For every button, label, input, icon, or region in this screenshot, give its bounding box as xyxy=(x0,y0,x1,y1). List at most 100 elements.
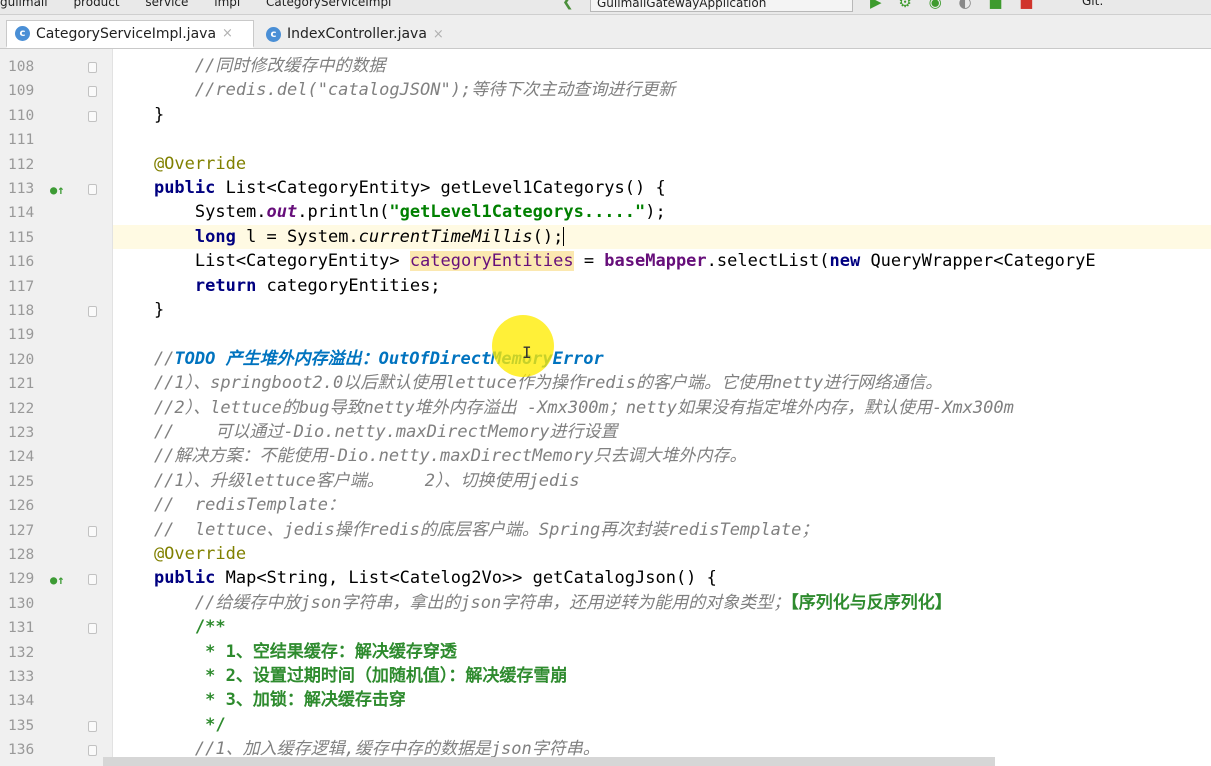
gutter-row[interactable]: 112 xyxy=(0,154,112,178)
code-line[interactable]: public List<CategoryEntity> getLevel1Cat… xyxy=(113,176,1211,200)
fold-marker-icon[interactable] xyxy=(88,306,97,317)
gutter-row[interactable]: 132 xyxy=(0,642,112,666)
breadcrumb-item[interactable]: impl xyxy=(214,0,240,9)
gutter-row[interactable]: 109 xyxy=(0,80,112,104)
override-marker-icon[interactable]: ●↑ xyxy=(50,183,64,197)
fold-marker-icon[interactable] xyxy=(88,86,97,98)
gutter-row[interactable]: 114 xyxy=(0,202,112,226)
gutter-row[interactable]: 123 xyxy=(0,422,112,446)
code-token: long xyxy=(194,226,236,247)
line-number: 111 xyxy=(8,132,35,149)
breadcrumb-item[interactable]: product xyxy=(73,0,119,9)
gutter-row[interactable]: 125 xyxy=(0,471,112,495)
code-line[interactable]: public Map<String, List<Catelog2Vo>> get… xyxy=(113,566,1211,590)
fold-marker-icon[interactable] xyxy=(88,62,97,73)
close-icon[interactable]: × xyxy=(433,27,444,42)
gutter-row[interactable]: 116 xyxy=(0,251,112,275)
gutter-row[interactable]: 133 xyxy=(0,666,112,690)
code-line[interactable]: // lettuce、jedis操作redis的底层客户端。Spring再次封装… xyxy=(113,518,1211,542)
editor-gutter: 108 109 110 111 112 113 ●↑ 114 115 116 117 118 119 12… xyxy=(0,49,113,766)
code-token: } xyxy=(113,104,165,125)
code-line[interactable]: //redis.del("catalogJSON");等待下次主动查询进行更新 xyxy=(113,78,1211,102)
code-line[interactable]: //给缓存中放json字符串，拿出的json字符串，还用逆转为能用的对象类型；【… xyxy=(113,591,1211,615)
gutter-row[interactable]: 111 xyxy=(0,129,112,153)
gutter-row[interactable]: 126 xyxy=(0,495,112,519)
gutter-row[interactable]: 117 xyxy=(0,276,112,300)
breadcrumb-item[interactable]: service xyxy=(145,0,188,9)
fold-marker-icon[interactable] xyxy=(88,525,97,537)
code-token: ); xyxy=(645,202,666,223)
horizontal-scrollbar[interactable] xyxy=(103,757,995,766)
gutter-row[interactable]: 110 xyxy=(0,105,112,129)
gutter-row[interactable]: 108 xyxy=(0,56,112,80)
gutter-row[interactable]: 130 xyxy=(0,593,112,617)
code-line[interactable]: @Override xyxy=(113,152,1211,176)
build-icon[interactable]: ■ xyxy=(988,0,1002,11)
gutter-row[interactable]: 134 xyxy=(0,690,112,714)
code-token: //给缓存中放json字符串，拿出的json字符串，还用逆转为能用的对象类型； xyxy=(113,592,791,613)
tab-index-controller[interactable]: c IndexController.java × xyxy=(258,20,464,48)
code-line[interactable] xyxy=(113,322,1211,346)
code-line[interactable]: //解决方案：不能使用-Dio.netty.maxDirectMemory只去调… xyxy=(113,444,1211,468)
gutter-row[interactable]: 124 xyxy=(0,446,112,470)
gutter-row[interactable]: 121 xyxy=(0,373,112,397)
profile-icon[interactable]: ◐ xyxy=(958,0,971,11)
fold-marker-icon[interactable] xyxy=(88,745,97,757)
code-line[interactable]: * 3、加锁：解决缓存击穿 xyxy=(113,688,1211,712)
gutter-row[interactable]: 135 xyxy=(0,715,112,739)
line-number: 109 xyxy=(8,83,35,100)
gutter-row[interactable]: 127 xyxy=(0,520,112,544)
code-line[interactable]: } xyxy=(113,103,1211,127)
gutter-row[interactable]: 122 xyxy=(0,398,112,422)
code-token: // lettuce、jedis操作redis的底层客户端。Spring再次封装… xyxy=(113,519,819,540)
git-label[interactable]: Git: xyxy=(1082,0,1103,8)
debug-icon[interactable]: ⚙ xyxy=(898,0,911,11)
close-icon[interactable]: × xyxy=(222,26,233,41)
breadcrumb-item[interactable]: CategoryServiceImpl xyxy=(266,0,391,9)
gutter-row[interactable]: 131 xyxy=(0,617,112,641)
code-line[interactable]: // redisTemplate： xyxy=(113,493,1211,517)
fold-marker-icon[interactable] xyxy=(88,623,97,635)
code-line[interactable]: System.out.println("getLevel1Categorys..… xyxy=(113,200,1211,224)
gutter-row[interactable]: 119 xyxy=(0,324,112,348)
navigate-back-icon[interactable]: ❮ xyxy=(562,0,574,10)
run-configuration-select[interactable]: GulimallGatewayApplication xyxy=(590,0,853,12)
code-line[interactable]: // 可以通过-Dio.netty.maxDirectMemory进行设置 xyxy=(113,420,1211,444)
code-line[interactable]: long l = System.currentTimeMillis(); xyxy=(113,224,1211,249)
gutter-row[interactable]: 129 ●↑ xyxy=(0,568,112,592)
gutter-row[interactable]: 118 xyxy=(0,300,112,324)
fold-marker-icon[interactable] xyxy=(88,720,97,732)
code-line[interactable]: return categoryEntities; xyxy=(113,274,1211,298)
code-line[interactable]: //2）、lettuce的bug导致netty堆外内存溢出 -Xmx300m；n… xyxy=(113,396,1211,420)
breadcrumb-item[interactable]: gulimall xyxy=(0,0,48,9)
stop-icon[interactable]: ■ xyxy=(1019,0,1033,11)
line-number: 108 xyxy=(8,59,35,75)
code-line[interactable]: //TODO 产生堆外内存溢出：OutOfDirectMemoryError xyxy=(113,347,1211,371)
code-editor[interactable]: //同时修改缓存中的数据 //redis.del("catalogJSON");… xyxy=(113,49,1211,766)
run-icon[interactable]: ▶ xyxy=(870,0,882,11)
code-line[interactable]: /** xyxy=(113,615,1211,639)
code-line[interactable]: */ xyxy=(113,713,1211,737)
fold-marker-icon[interactable] xyxy=(88,184,97,195)
code-line[interactable]: //1）、升级lettuce客户端。 2）、切换使用jedis xyxy=(113,469,1211,493)
code-line[interactable]: * 2、设置过期时间（加随机值）：解决缓存雪崩 xyxy=(113,664,1211,688)
gutter-row[interactable]: 136 xyxy=(0,739,112,763)
gutter-row[interactable]: 115 xyxy=(0,227,112,251)
fold-marker-icon[interactable] xyxy=(88,110,97,122)
override-marker-icon[interactable]: ●↑ xyxy=(50,573,64,587)
gutter-row[interactable]: 120 xyxy=(0,349,112,373)
code-line[interactable]: //1）、springboot2.0以后默认使用lettuce作为操作redis… xyxy=(113,371,1211,395)
gutter-row[interactable]: 113 ●↑ xyxy=(0,178,112,202)
coverage-icon[interactable]: ◉ xyxy=(929,0,942,11)
fold-marker-icon[interactable] xyxy=(88,574,97,586)
code-line[interactable] xyxy=(113,127,1211,151)
code-line[interactable]: List<CategoryEntity> categoryEntities = … xyxy=(113,249,1211,273)
code-line[interactable]: } xyxy=(113,298,1211,322)
gutter-row[interactable]: 128 xyxy=(0,544,112,568)
code-line[interactable]: //同时修改缓存中的数据 xyxy=(113,54,1211,78)
code-line[interactable]: @Override xyxy=(113,542,1211,566)
code-line[interactable]: * 1、空结果缓存：解决缓存穿透 xyxy=(113,640,1211,664)
tab-category-service-impl[interactable]: c CategoryServiceImpl.java × xyxy=(6,20,254,48)
